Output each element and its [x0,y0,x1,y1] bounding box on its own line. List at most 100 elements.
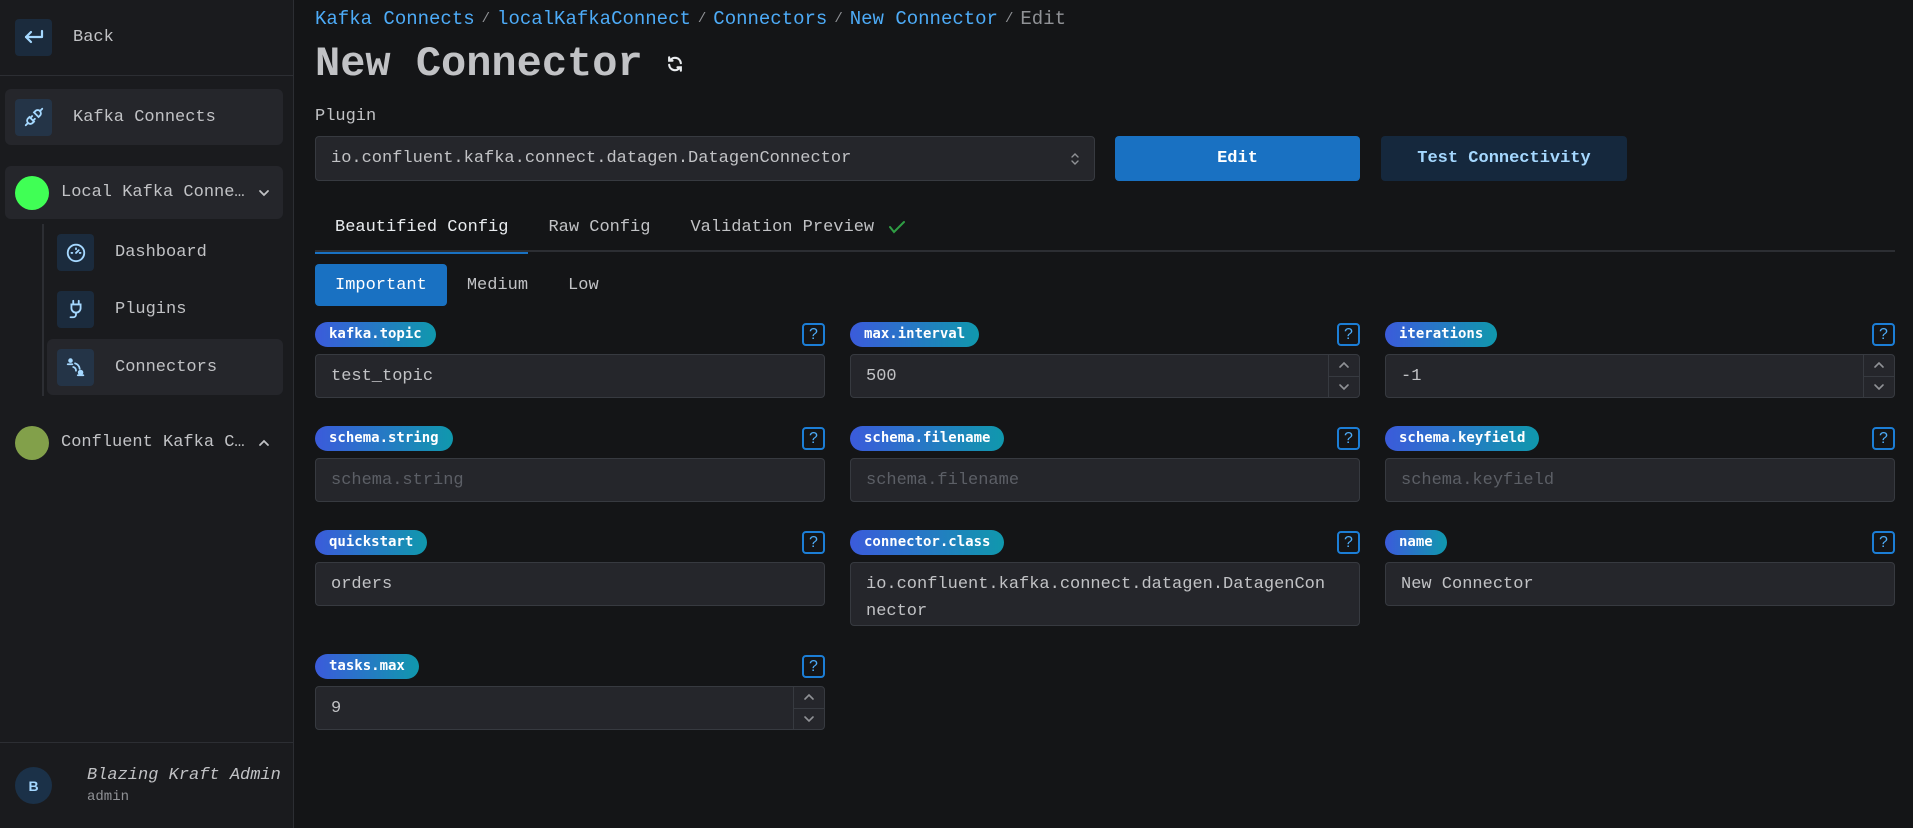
kafka-topic-input[interactable]: test_topic [315,354,825,398]
chevron-down-icon [1874,383,1884,390]
field-schema-filename: schema.filename ? schema.filename [850,426,1360,502]
field-key-badge: name [1385,530,1447,555]
sidebar-item-label: Dashboard [115,242,207,262]
test-connectivity-button[interactable]: Test Connectivity [1381,136,1627,181]
sidebar-item-plugins[interactable]: Plugins [47,281,283,337]
breadcrumb-local-kafka-connect[interactable]: localKafkaConnect [497,8,691,30]
sidebar-item-label: Connectors [115,357,218,377]
importance-tabs: Important Medium Low [315,264,619,306]
help-icon[interactable]: ? [802,427,825,450]
schema-keyfield-input[interactable]: schema.keyfield [1385,458,1895,502]
field-key-badge: kafka.topic [315,322,436,347]
sidebar-item-dashboard[interactable]: Dashboard [47,224,283,280]
decrement-button[interactable] [794,707,824,730]
breadcrumb-connectors[interactable]: Connectors [713,8,827,30]
sidebar: Back Kafka Connects Local Kafka Conne… D… [0,0,294,828]
chevron-up-icon [804,694,814,701]
help-icon[interactable]: ? [1337,427,1360,450]
field-tasks-max: tasks.max ? 9 [315,654,825,730]
breadcrumb: Kafka Connects / localKafkaConnect / Con… [315,8,1066,30]
chevron-up-icon [259,439,269,446]
number-stepper [793,687,824,729]
config-tabs: Beautified Config Raw Config Validation … [315,202,1895,254]
schema-string-input[interactable]: schema.string [315,458,825,502]
back-button[interactable]: Back [0,0,293,76]
edit-button[interactable]: Edit [1115,136,1360,181]
back-label: Back [73,28,114,47]
tab-validation-preview[interactable]: Validation Preview [670,202,926,252]
field-max-interval: max.interval ? 500 [850,322,1360,398]
selector-icon [1071,153,1079,165]
field-iterations: iterations ? -1 [1385,322,1895,398]
chevron-down-icon [259,189,269,196]
schema-filename-input[interactable]: schema.filename [850,458,1360,502]
tab-raw-config[interactable]: Raw Config [528,202,670,252]
help-icon[interactable]: ? [1872,323,1895,346]
field-key-badge: iterations [1385,322,1498,347]
sidebar-item-connectors[interactable]: Connectors [47,339,283,395]
sidebar-item-label: Kafka Connects [73,107,216,127]
field-kafka-topic: kafka.topic ? test_topic [315,322,825,398]
field-key-badge: schema.keyfield [1385,426,1540,451]
field-connector-class: connector.class ? io.confluent.kafka.con… [850,530,1360,626]
field-key-badge: schema.string [315,426,453,451]
breadcrumb-kafka-connects[interactable]: Kafka Connects [315,8,475,30]
help-icon[interactable]: ? [1872,427,1895,450]
help-icon[interactable]: ? [802,655,825,678]
sidebar-item-kafka-connects[interactable]: Kafka Connects [5,89,283,145]
decrement-button[interactable] [1864,375,1894,398]
field-key-badge: connector.class [850,530,1005,555]
check-icon [889,221,906,234]
connector-class-textarea[interactable]: io.confluent.kafka.connect.datagen.Datag… [850,562,1360,626]
gauge-icon [57,233,94,271]
tasks-max-input[interactable]: 9 [315,686,825,730]
quickstart-input[interactable]: orders [315,562,825,606]
field-key-badge: tasks.max [315,654,419,679]
subtab-medium[interactable]: Medium [447,264,548,306]
connect-group-confluent[interactable]: Confluent Kafka C… [5,416,283,469]
chevron-up-icon [1874,362,1884,369]
refresh-icon[interactable] [665,54,685,74]
number-stepper [1328,355,1359,397]
max-interval-input[interactable]: 500 [850,354,1360,398]
page-title: New Connector [315,40,643,88]
user-footer[interactable]: B Blazing Kraft Admin admin [0,742,293,828]
decrement-button[interactable] [1329,375,1359,398]
name-input[interactable]: New Connector [1385,562,1895,606]
plugin-select[interactable]: io.confluent.kafka.connect.datagen.Datag… [315,136,1095,181]
connect-group-local[interactable]: Local Kafka Conne… [5,166,283,219]
breadcrumb-separator: / [834,11,843,27]
help-icon[interactable]: ? [1337,531,1360,554]
breadcrumb-separator: / [697,11,707,27]
field-key-badge: quickstart [315,530,428,555]
help-icon[interactable]: ? [802,323,825,346]
increment-button[interactable] [794,687,824,708]
user-role: admin [87,789,130,805]
subtab-important[interactable]: Important [315,264,447,306]
input-value: 500 [866,366,897,386]
help-icon[interactable]: ? [802,531,825,554]
breadcrumb-new-connector[interactable]: New Connector [850,8,998,30]
tab-beautified-config[interactable]: Beautified Config [315,202,529,254]
tab-label: Raw Config [548,217,651,237]
help-icon[interactable]: ? [1872,531,1895,554]
status-dot [15,425,49,460]
iterations-input[interactable]: -1 [1385,354,1895,398]
avatar: B [15,767,52,804]
increment-button[interactable] [1329,355,1359,376]
input-value: 9 [331,698,342,718]
increment-button[interactable] [1864,355,1894,376]
field-name: name ? New Connector [1385,530,1895,606]
connect-name: Local Kafka Conne… [61,183,245,202]
user-name: Blazing Kraft Admin [87,766,281,785]
plugin-select-value: io.confluent.kafka.connect.datagen.Datag… [331,149,852,168]
field-schema-string: schema.string ? schema.string [315,426,825,502]
tab-label: Beautified Config [335,217,509,237]
connect-name: Confluent Kafka C… [61,433,245,452]
page-title-row: New Connector [315,40,685,88]
connectors-icon [57,348,94,386]
help-icon[interactable]: ? [1337,323,1360,346]
plugin-label: Plugin [315,107,377,126]
subtab-low[interactable]: Low [548,264,619,306]
input-value: -1 [1401,366,1422,386]
